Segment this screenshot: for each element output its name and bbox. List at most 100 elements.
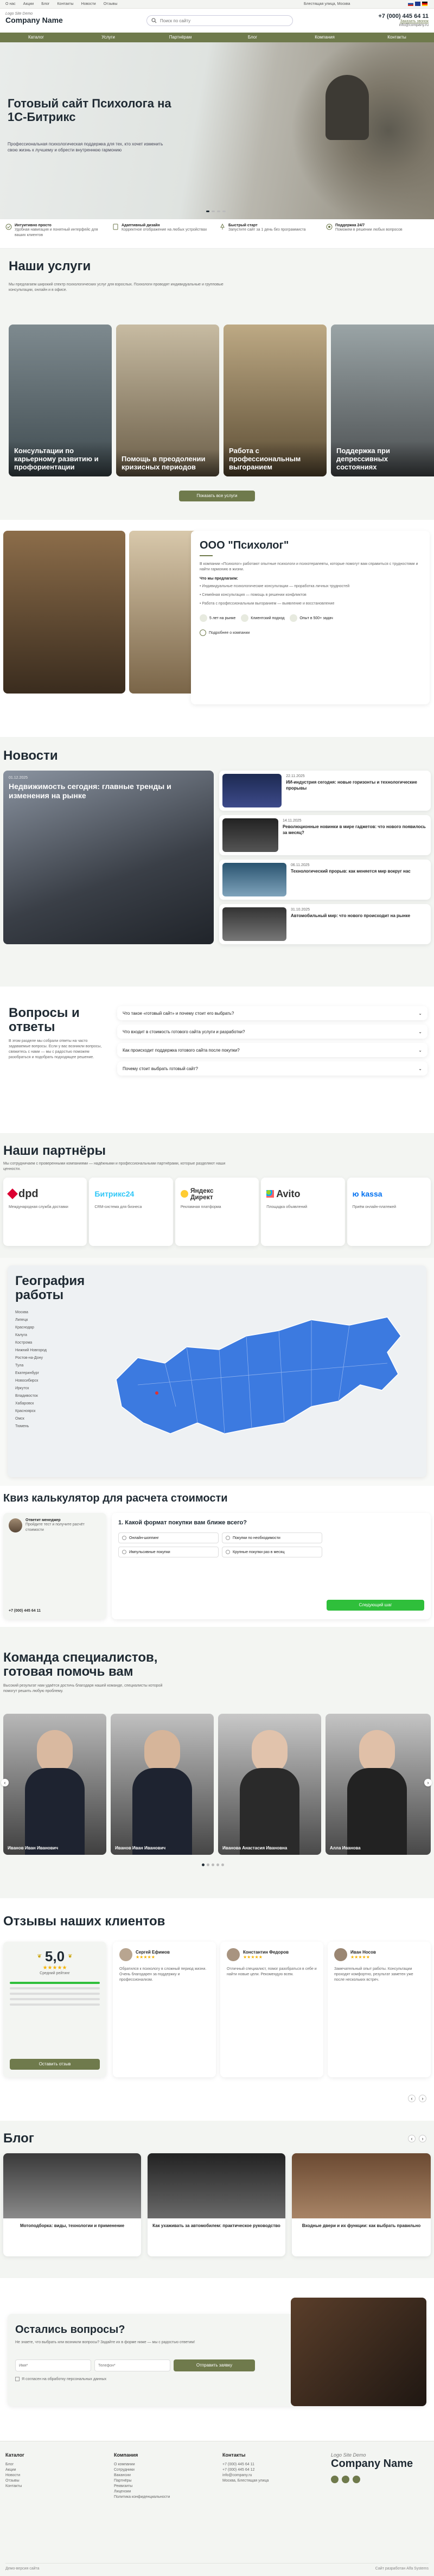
nav-item[interactable]: Контакты	[361, 33, 433, 42]
city-item[interactable]: Тула	[15, 1362, 80, 1370]
header-email[interactable]: info@company.ru	[358, 23, 429, 27]
slider-dot[interactable]	[207, 1863, 209, 1866]
partner-card[interactable]: Яндекс Директ Рекламная платформа	[175, 1178, 259, 1246]
search-box[interactable]	[146, 15, 293, 26]
footer-link[interactable]: О компании	[114, 2462, 170, 2467]
footer-link[interactable]: Вакансии	[114, 2473, 170, 2478]
footer-link[interactable]: Лицензии	[114, 2489, 170, 2495]
faq-item[interactable]: Что такое «готовый сайт» и почему стоит …	[117, 1006, 427, 1020]
city-item[interactable]: Ростов-на-Дону	[15, 1354, 80, 1362]
city-item[interactable]: Красноярск	[15, 1408, 80, 1415]
news-item[interactable]: 14.11.2025 Революционные новинки в мире г…	[219, 815, 431, 855]
prev-arrow-icon[interactable]: ‹	[1, 1779, 9, 1786]
city-item[interactable]: Краснодар	[15, 1324, 80, 1332]
partner-card[interactable]: Avito Площадка объявлений	[261, 1178, 345, 1246]
city-item[interactable]: Екатеринбург	[15, 1370, 80, 1377]
top-link[interactable]: Новости	[81, 2, 96, 6]
quiz-option[interactable]: Импульсивные покупки	[118, 1547, 219, 1557]
quiz-phone[interactable]: +7 (000) 445 64 11	[9, 1609, 41, 1613]
nav-item[interactable]: Каталог	[0, 33, 72, 42]
service-card[interactable]: Помощь в преодолении кризисных периодов	[116, 325, 219, 476]
team-card[interactable]: Иванова Анастасия Ивановна	[218, 1714, 321, 1855]
service-card[interactable]: Консультации по карьерному развитию и пр…	[9, 325, 112, 476]
language-flags[interactable]	[408, 2, 427, 6]
partner-card[interactable]: Битрикс24 CRM-система для бизнеса	[89, 1178, 173, 1246]
radio-icon[interactable]	[226, 1536, 230, 1540]
city-item[interactable]: Нижний Новгород	[15, 1347, 80, 1354]
faq-item[interactable]: Как происходит поддержка готового сайта …	[117, 1043, 427, 1057]
service-card[interactable]: Поддержка при депрессивных состояниях	[331, 325, 434, 476]
news-item[interactable]: 31.10.2025 Автомобильный мир: что нового …	[219, 904, 431, 944]
footer-link[interactable]: Политика конфиденциальности	[114, 2495, 170, 2500]
chevron-down-icon[interactable]: ⌄	[418, 1011, 422, 1016]
team-dots[interactable]	[202, 1863, 224, 1866]
news-main-card[interactable]: 01.12.2025 Недвижимость сегодня: главные…	[3, 771, 214, 944]
prev-arrow-icon[interactable]: ‹	[408, 2135, 416, 2142]
leave-review-button[interactable]: Оставить отзыв	[10, 2059, 100, 2070]
footer-link[interactable]: Блог	[5, 2462, 24, 2467]
city-item[interactable]: Липецк	[15, 1316, 80, 1324]
checkbox[interactable]	[15, 2377, 20, 2381]
top-link[interactable]: Отзывы	[104, 2, 118, 6]
faq-item[interactable]: Почему стоит выбрать готовый сайт? ⌄	[117, 1061, 427, 1076]
blog-card[interactable]: Как ухаживать за автомобилем: практическ…	[148, 2153, 285, 2256]
faq-item[interactable]: Что входит в стоимость готового сайта ус…	[117, 1025, 427, 1039]
footer-link[interactable]: Реквизиты	[114, 2484, 170, 2489]
news-item[interactable]: 06.11.2025 Технологический прорыв: как ме…	[219, 860, 431, 900]
footer-email[interactable]: info@company.ru	[222, 2473, 269, 2478]
prev-arrow-icon[interactable]: ‹	[408, 2095, 416, 2102]
vk-icon[interactable]	[331, 2476, 339, 2483]
logo[interactable]: Logo Site Demo Company Name	[5, 12, 63, 24]
partner-card[interactable]: ю kassa Приём онлайн-платежей	[347, 1178, 431, 1246]
slider-dot[interactable]	[221, 1863, 224, 1866]
footer-link[interactable]: Отзывы	[5, 2478, 24, 2484]
nav-item[interactable]: Партнёрам	[144, 33, 216, 42]
footer-phone[interactable]: +7 (000) 445 64 12	[222, 2467, 269, 2473]
flag-en-icon[interactable]	[415, 2, 420, 6]
next-arrow-icon[interactable]: ›	[419, 2095, 426, 2102]
footer-link[interactable]: Партнёры	[114, 2478, 170, 2484]
slider-dot[interactable]	[202, 1863, 205, 1866]
next-arrow-icon[interactable]: ›	[424, 1779, 432, 1786]
phone-input[interactable]	[94, 2359, 170, 2371]
city-item[interactable]: Владивосток	[15, 1392, 80, 1400]
footer-link[interactable]: Новости	[5, 2473, 24, 2478]
chevron-down-icon[interactable]: ⌄	[418, 1066, 422, 1071]
about-more-link[interactable]: Подробнее о компании	[200, 629, 421, 636]
footer-logo[interactable]: Logo Site Demo Company Name	[331, 2452, 413, 2483]
radio-icon[interactable]	[122, 1536, 126, 1540]
slider-dot[interactable]	[212, 211, 215, 212]
next-step-button[interactable]: Следующий шаг	[327, 1600, 424, 1611]
slider-dot[interactable]	[216, 1863, 219, 1866]
footer-link[interactable]: Контакты	[5, 2484, 24, 2489]
slider-dot[interactable]	[206, 211, 209, 212]
news-item[interactable]: 22.11.2025 ИИ-индустрия сегодня: новые го…	[219, 771, 431, 811]
top-link[interactable]: О нас	[5, 2, 16, 6]
team-card[interactable]: Иванов Иван Иванович	[111, 1714, 214, 1855]
flag-ru-icon[interactable]	[408, 2, 413, 6]
city-item[interactable]: Хабаровск	[15, 1400, 80, 1408]
city-item[interactable]: Омск	[15, 1415, 80, 1423]
quiz-option[interactable]: Онлайн-шоппинг	[118, 1532, 219, 1543]
top-link[interactable]: Блог	[41, 2, 49, 6]
developer-link[interactable]: Сайт разработан Alfa Systems	[375, 2567, 429, 2571]
whatsapp-icon[interactable]	[353, 2476, 360, 2483]
blog-card[interactable]: Входные двери и их функции: как выбрать …	[292, 2153, 431, 2256]
footer-link[interactable]: Акции	[5, 2467, 24, 2473]
header-phone[interactable]: +7 (000) 445 64 11	[358, 13, 429, 20]
name-input[interactable]	[15, 2359, 91, 2371]
next-arrow-icon[interactable]: ›	[419, 2135, 426, 2142]
nav-item[interactable]: Услуги	[72, 33, 144, 42]
quiz-option[interactable]: Покупки по необходимости	[222, 1532, 322, 1543]
search-input[interactable]	[160, 18, 279, 23]
team-card[interactable]: Иванов Иван Иванович	[3, 1714, 106, 1855]
nav-item[interactable]: Блог	[216, 33, 289, 42]
hero-dots[interactable]	[206, 211, 226, 212]
city-item[interactable]: Москва	[15, 1309, 80, 1316]
nav-item[interactable]: Компания	[289, 33, 361, 42]
city-item[interactable]: Кострома	[15, 1339, 80, 1347]
telegram-icon[interactable]	[342, 2476, 349, 2483]
quiz-option[interactable]: Крупные покупки раз в месяц	[222, 1547, 322, 1557]
blog-card[interactable]: Мотоподборка: виды, технологии и примене…	[3, 2153, 141, 2256]
chevron-down-icon[interactable]: ⌄	[418, 1029, 422, 1034]
